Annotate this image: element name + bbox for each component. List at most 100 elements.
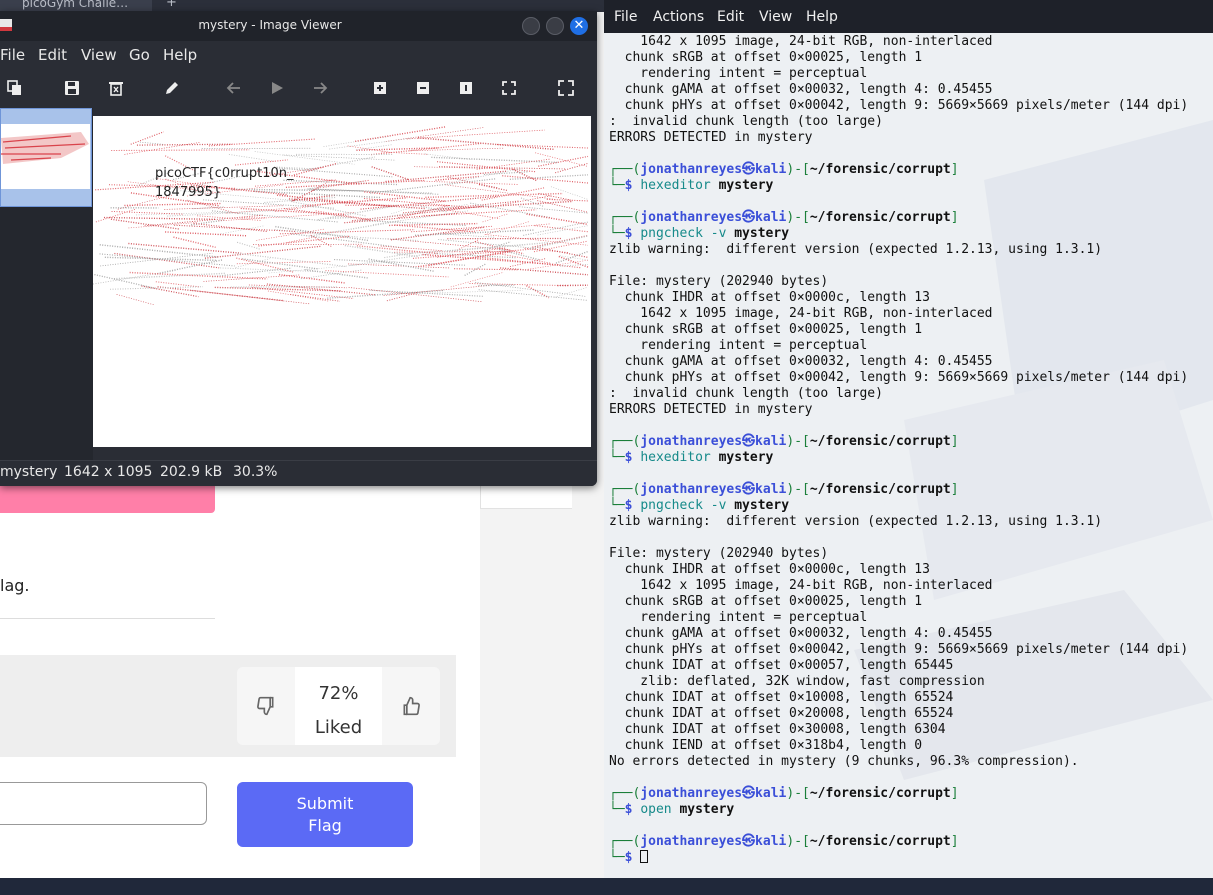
next-button[interactable] — [310, 78, 330, 98]
edit-button[interactable] — [162, 78, 182, 98]
back-icon — [226, 82, 240, 94]
zoom-100-icon — [460, 82, 472, 94]
command-line: └─$ — [609, 850, 1213, 866]
submit-flag-button[interactable]: Submit Flag — [237, 782, 413, 847]
output-line: No errors detected in mystery (9 chunks,… — [609, 754, 1079, 769]
viewer-menu-help[interactable]: Help — [163, 46, 197, 64]
rating-label: Liked — [314, 717, 363, 738]
viewer-statusbar: mystery 1642 x 1095 202.9 kB 30.3% — [0, 460, 597, 486]
output-line: zlib: deflated, 32K window, fast compres… — [609, 674, 985, 689]
viewer-menu-file[interactable]: File — [0, 46, 25, 64]
output-line: zlib warning: different version (expecte… — [609, 242, 1103, 257]
edit-icon — [166, 82, 178, 94]
zoom-in-icon — [374, 82, 386, 94]
prompt-line: ┌──(jonathanreyes㉿kali)-[~/forensic/corr… — [609, 162, 959, 177]
minimize-button[interactable] — [522, 17, 540, 35]
thumbs-down-icon — [257, 696, 274, 716]
viewer-title: mystery - Image Viewer — [198, 18, 342, 32]
close-button[interactable]: ✕ — [570, 17, 588, 35]
previous-button[interactable] — [224, 78, 244, 98]
forward-icon — [314, 82, 328, 94]
maximize-button[interactable] — [546, 17, 564, 35]
terminal-menu-view[interactable]: View — [759, 9, 792, 25]
dislike-button[interactable] — [237, 667, 295, 745]
image-viewer-window: mystery - Image Viewer ✕ File Edit View … — [0, 11, 597, 486]
output-line: chunk sRGB at offset 0×00025, length 1 — [609, 322, 923, 337]
rating-summary: 72% Liked — [295, 667, 382, 745]
save-button[interactable] — [62, 78, 82, 98]
viewer-titlebar[interactable]: mystery - Image Viewer ✕ — [0, 11, 597, 41]
thumbnail-image — [1, 124, 90, 189]
thumbs-up-icon — [403, 696, 420, 716]
fullscreen-button[interactable] — [556, 78, 576, 98]
zoom-in-button[interactable] — [370, 78, 390, 98]
status-size: 202.9 kB — [160, 464, 223, 480]
output-line: chunk gAMA at offset 0×00032, length 4: … — [609, 354, 993, 369]
command-line: └─$ open mystery — [609, 802, 735, 817]
terminal-menu-file[interactable]: File — [614, 9, 637, 25]
flag-input[interactable] — [0, 782, 207, 825]
viewer-menu-go[interactable]: Go — [129, 46, 150, 64]
output-line: ERRORS DETECTED in mystery — [609, 402, 813, 417]
terminal-output: 1642 x 1095 image, 24-bit RGB, non-inter… — [609, 34, 1213, 866]
output-line: chunk pHYs at offset 0×00042, length 9: … — [609, 370, 1189, 385]
status-dimensions: 1642 x 1095 — [64, 464, 153, 480]
viewer-menu-edit[interactable]: Edit — [38, 46, 67, 64]
output-line: File: mystery (202940 bytes) — [609, 274, 829, 289]
output-line: chunk IDAT at offset 0×20008, length 655… — [609, 706, 954, 721]
output-line: ERRORS DETECTED in mystery — [609, 130, 813, 145]
terminal-menu-help[interactable]: Help — [806, 9, 838, 25]
output-line: chunk IDAT at offset 0×30008, length 630… — [609, 722, 946, 737]
terminal-menubar: File Actions Edit View Help — [604, 0, 1213, 33]
prompt-line: ┌──(jonathanreyes㉿kali)-[~/forensic/corr… — [609, 434, 959, 449]
thumbnail-selected[interactable] — [0, 108, 92, 207]
zoom-100-button[interactable] — [456, 78, 476, 98]
output-line: rendering intent = perceptual — [609, 338, 868, 353]
like-button[interactable] — [382, 667, 440, 745]
terminal-menu-edit[interactable]: Edit — [717, 9, 744, 25]
output-line: rendering intent = perceptual — [609, 66, 868, 81]
terminal-window[interactable]: File Actions Edit View Help 1642 x 1095 … — [604, 0, 1213, 880]
copy-icon — [7, 80, 21, 95]
copy-button[interactable] — [5, 78, 25, 98]
delete-button[interactable] — [106, 78, 126, 98]
terminal-menu-actions[interactable]: Actions — [653, 9, 704, 25]
flag-line-2: 1847995} — [155, 185, 222, 200]
output-line: chunk IHDR at offset 0×0000c, length 13 — [609, 562, 930, 577]
viewer-menubar: File Edit View Go Help — [0, 41, 597, 68]
desktop-bottom-strip — [0, 878, 1213, 895]
output-line: chunk gAMA at offset 0×00032, length 4: … — [609, 626, 993, 641]
prompt-line: ┌──(jonathanreyes㉿kali)-[~/forensic/corr… — [609, 834, 959, 849]
prompt-line: ┌──(jonathanreyes㉿kali)-[~/forensic/corr… — [609, 482, 959, 497]
output-line: 1642 x 1095 image, 24-bit RGB, non-inter… — [609, 578, 993, 593]
output-line: chunk IEND at offset 0×318b4, length 0 — [609, 738, 923, 753]
zoom-out-button[interactable] — [413, 78, 433, 98]
output-line: : invalid chunk length (too large) — [609, 386, 883, 401]
image-canvas[interactable]: picoCTF{c0rrupt10n_ 1847995} — [93, 116, 591, 447]
output-line: 1642 x 1095 image, 24-bit RGB, non-inter… — [609, 306, 993, 321]
flag-line-1: picoCTF{c0rrupt10n_ — [155, 166, 294, 181]
command-line: └─$ hexeditor mystery — [609, 450, 774, 465]
save-icon — [65, 81, 79, 95]
thumbnail-scribble — [1, 132, 89, 164]
output-line: chunk sRGB at offset 0×00025, length 1 — [609, 594, 923, 609]
command-line: └─$ pngcheck -v mystery — [609, 226, 790, 241]
fit-button[interactable] — [499, 78, 519, 98]
output-line: chunk pHYs at offset 0×00042, length 9: … — [609, 642, 1189, 657]
output-line: zlib warning: different version (expecte… — [609, 514, 1103, 529]
output-line: 1642 x 1095 image, 24-bit RGB, non-inter… — [609, 34, 993, 49]
slideshow-button[interactable] — [267, 78, 287, 98]
status-zoom: 30.3% — [233, 464, 278, 480]
viewer-menu-view[interactable]: View — [81, 46, 117, 64]
rating-percent: 72% — [318, 683, 359, 704]
prompt-line: ┌──(jonathanreyes㉿kali)-[~/forensic/corr… — [609, 210, 959, 225]
submit-flag-label: Submit Flag — [296, 793, 354, 835]
status-filename: mystery — [0, 464, 58, 480]
delete-icon — [109, 82, 123, 96]
